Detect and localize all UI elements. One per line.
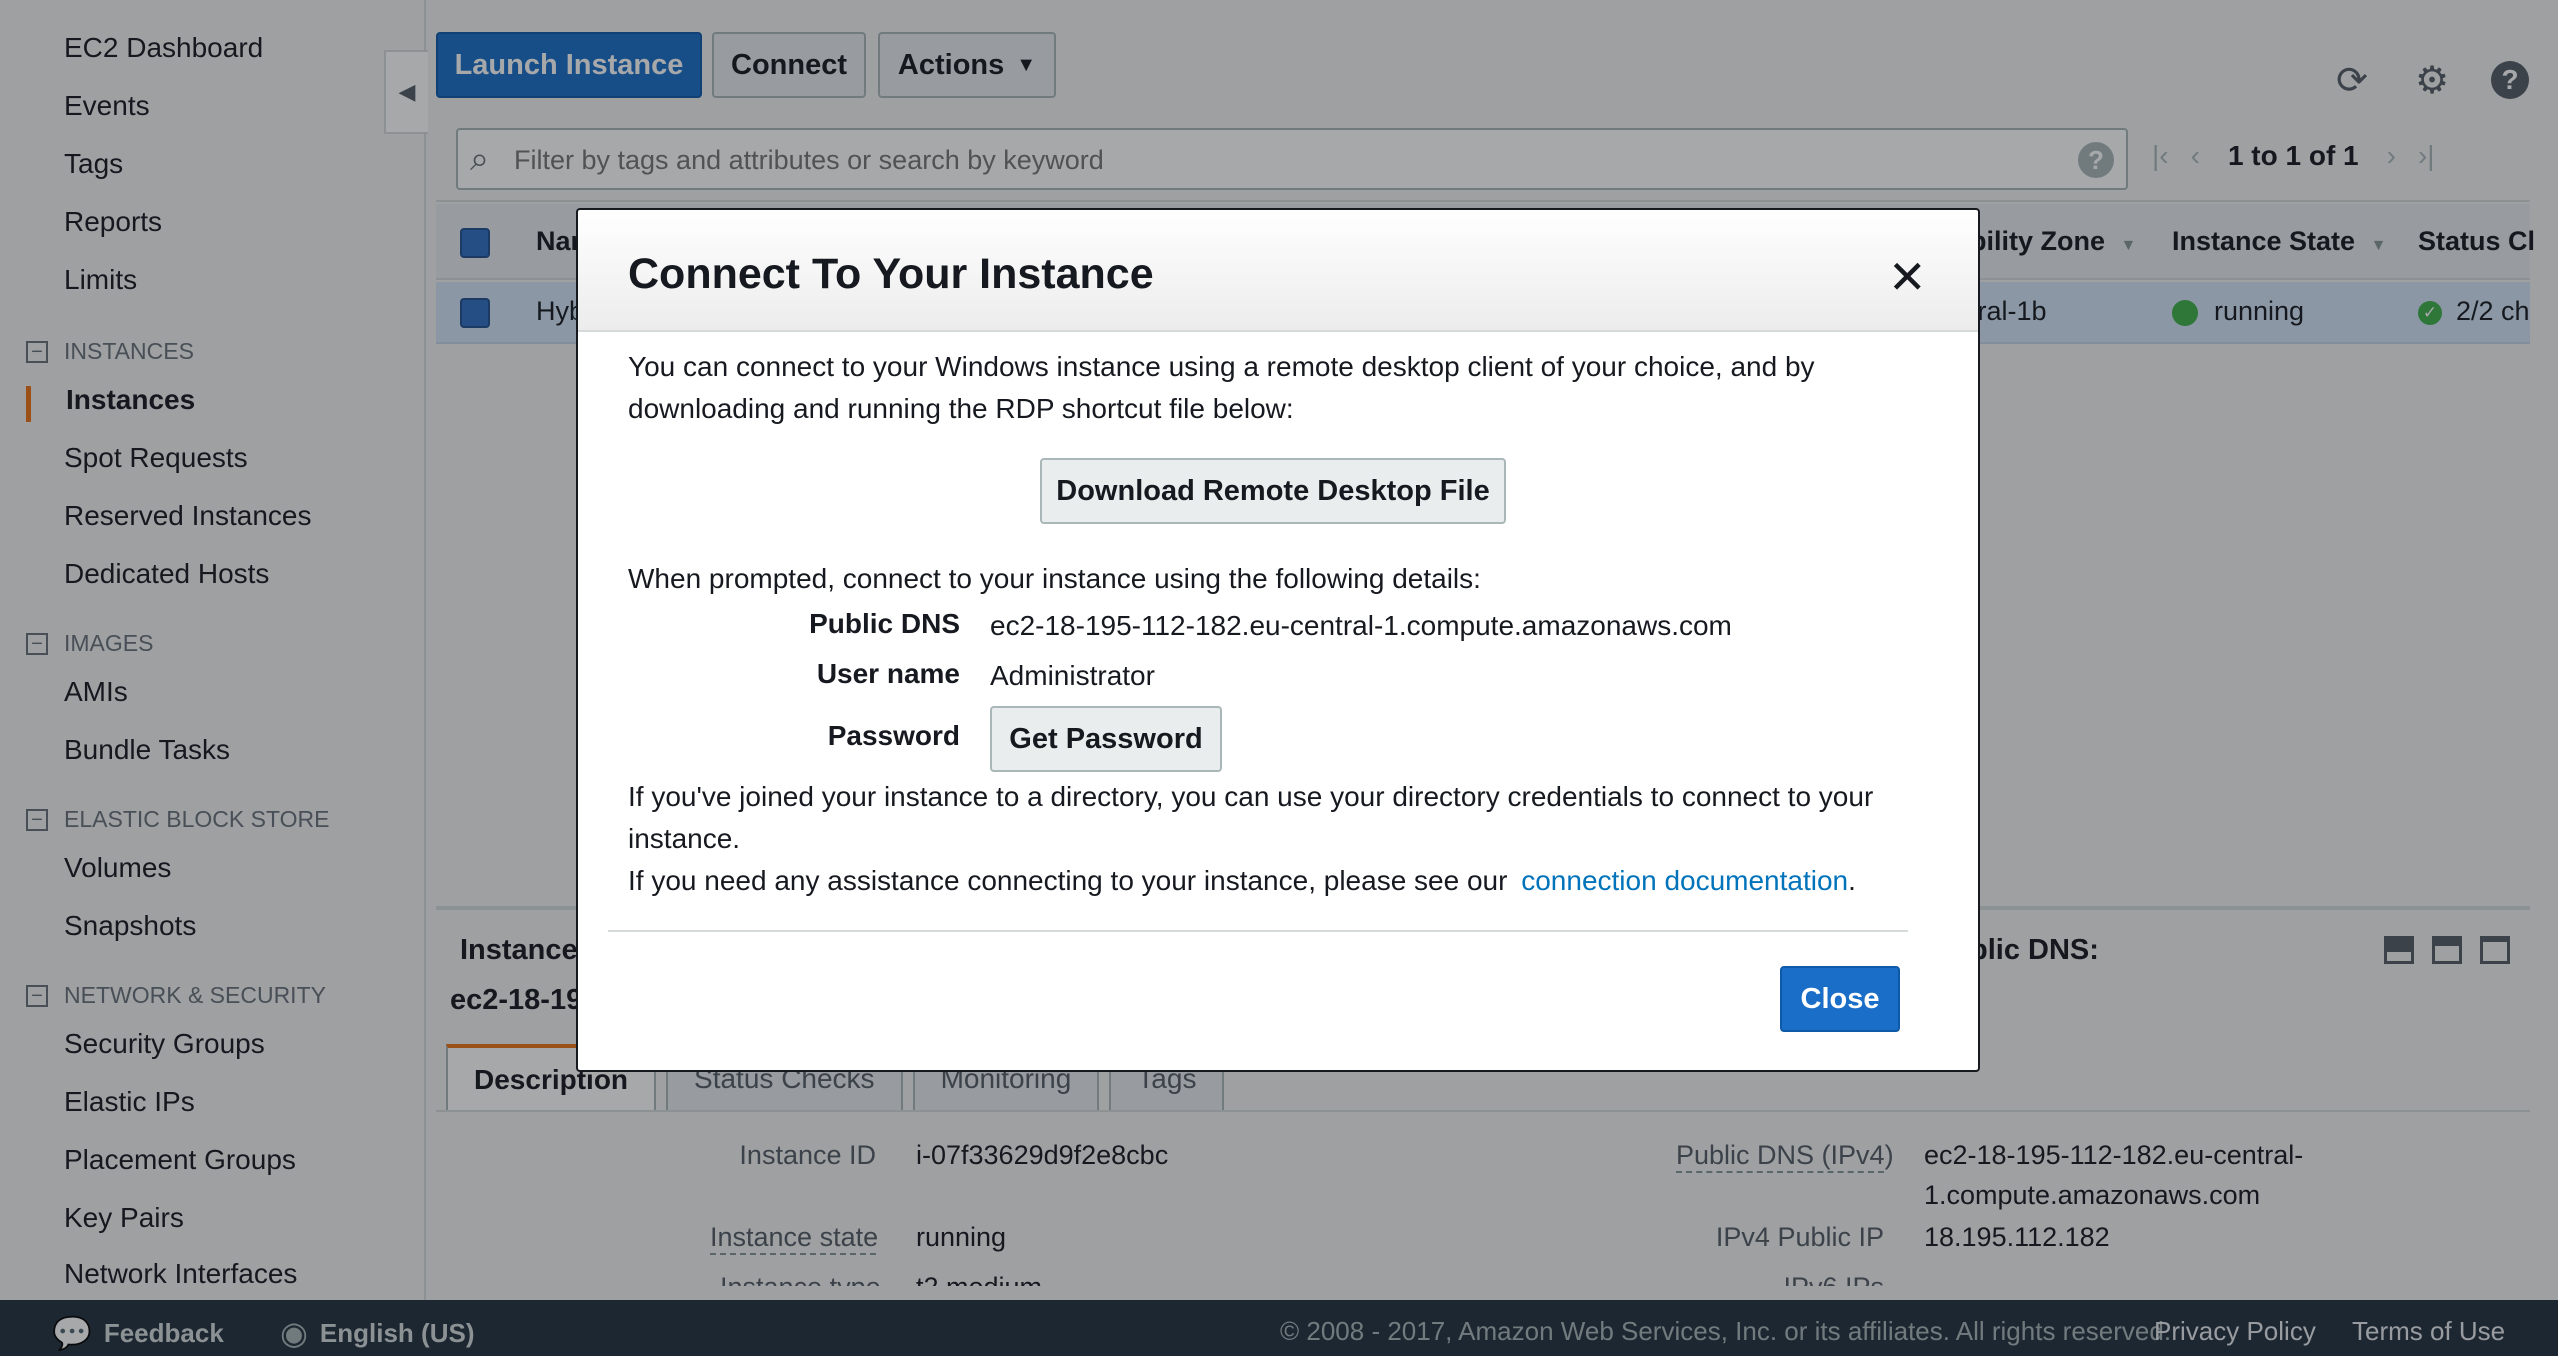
modal-separator	[608, 930, 1908, 932]
public-dns-value: ec2-18-195-112-182.eu-central-1.compute.…	[990, 610, 1732, 641]
modal-assist-text: If you need any assistance connecting to…	[628, 865, 1856, 896]
close-button[interactable]: Close	[1780, 966, 1900, 1032]
modal-header: Connect To Your Instance ✕	[578, 210, 1978, 332]
connection-documentation-link[interactable]: connection documentation	[1521, 865, 1848, 896]
close-icon[interactable]: ✕	[1888, 254, 1927, 300]
modal-directory-line2: instance.	[628, 823, 741, 854]
public-dns-label: Public DNS	[809, 608, 960, 639]
modal-intro-line1: You can connect to your Windows instance…	[628, 351, 1815, 382]
get-password-button[interactable]: Get Password	[990, 706, 1222, 772]
username-label: User name	[816, 658, 960, 689]
modal-directory-line1: If you've joined your instance to a dire…	[628, 781, 1874, 812]
modal-title: Connect To Your Instance	[628, 250, 1154, 298]
password-label: Password	[827, 720, 960, 751]
download-remote-desktop-file-button[interactable]: Download Remote Desktop File	[1040, 458, 1506, 524]
connect-modal: Connect To Your Instance ✕ You can conne…	[576, 208, 1980, 1072]
modal-prompt: When prompted, connect to your instance …	[628, 563, 1481, 594]
modal-intro-line2: downloading and running the RDP shortcut…	[628, 393, 1294, 424]
username-value: Administrator	[990, 660, 1155, 691]
